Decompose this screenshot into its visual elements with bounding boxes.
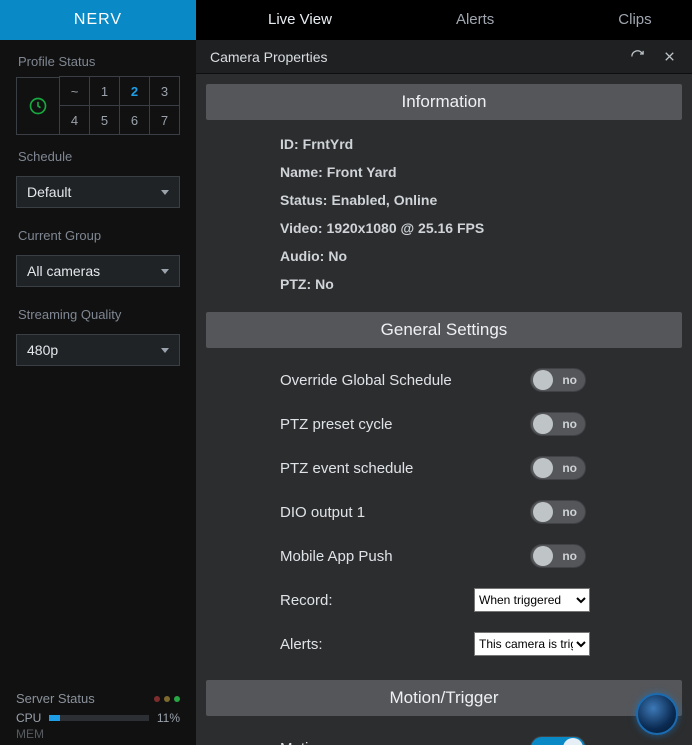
profile-cell-7[interactable]: 7 <box>149 105 180 135</box>
alerts-select[interactable]: This camera is triggered <box>474 632 590 656</box>
toggle-label-no: no <box>562 417 577 431</box>
section-general-settings: General Settings <box>206 312 682 348</box>
info-name-key: Name: <box>280 164 323 180</box>
chevron-down-icon <box>161 348 169 353</box>
schedule-value: Default <box>27 184 71 200</box>
server-status-panel: Server Status CPU 11% MEM <box>0 683 196 745</box>
profile-status-label: Profile Status <box>0 40 196 77</box>
ptz-event-label: PTZ event schedule <box>280 460 530 477</box>
tab-alerts[interactable]: Alerts <box>394 0 556 40</box>
clock-icon[interactable] <box>16 77 60 135</box>
profile-cell-4[interactable]: 4 <box>59 105 90 135</box>
streaming-quality-label: Streaming Quality <box>0 293 196 330</box>
schedule-select[interactable]: Default <box>16 176 180 208</box>
camera-properties-panel: Camera Properties Information ID:FrntYrd… <box>196 40 692 745</box>
mobile-push-label: Mobile App Push <box>280 548 530 565</box>
cpu-label: CPU <box>16 711 41 725</box>
toggle-label-no: no <box>562 461 577 475</box>
profile-cell-~[interactable]: ~ <box>59 76 90 106</box>
motion-sensor-label: Motion sensor <box>280 740 530 745</box>
dio-output-toggle[interactable]: no <box>530 500 586 524</box>
motion-sensor-toggle[interactable]: yes <box>530 736 586 745</box>
info-status-key: Status: <box>280 192 327 208</box>
record-select[interactable]: When triggered <box>474 588 590 612</box>
status-dot-green <box>174 696 180 702</box>
chevron-down-icon <box>161 269 169 274</box>
info-video-key: Video: <box>280 220 323 236</box>
info-audio-key: Audio: <box>280 248 324 264</box>
profile-cell-5[interactable]: 5 <box>89 105 120 135</box>
refresh-icon[interactable] <box>628 48 646 66</box>
schedule-label: Schedule <box>0 135 196 172</box>
current-group-label: Current Group <box>0 214 196 251</box>
ptz-cycle-toggle[interactable]: no <box>530 412 586 436</box>
ptz-event-toggle[interactable]: no <box>530 456 586 480</box>
quality-value: 480p <box>27 342 58 358</box>
mem-label: MEM <box>16 727 44 741</box>
cpu-value: 11% <box>157 711 180 725</box>
chevron-down-icon <box>161 190 169 195</box>
cpu-bar <box>49 715 149 721</box>
toggle-label-no: no <box>562 549 577 563</box>
info-id-key: ID: <box>280 136 299 152</box>
toggle-label-yes: yes <box>539 741 559 745</box>
profile-cell-6[interactable]: 6 <box>119 105 150 135</box>
alerts-label: Alerts: <box>280 636 474 653</box>
status-dot-yellow <box>164 696 170 702</box>
section-motion-trigger: Motion/Trigger <box>206 680 682 716</box>
panel-header: Camera Properties <box>196 40 692 74</box>
server-status-title: Server Status <box>16 691 95 706</box>
override-schedule-toggle[interactable]: no <box>530 368 586 392</box>
info-name-value: Front Yard <box>327 164 397 180</box>
info-status-value: Enabled, Online <box>331 192 437 208</box>
info-video-value: 1920x1080 @ 25.16 FPS <box>327 220 485 236</box>
profile-status-grid: ~123 4567 <box>16 77 180 135</box>
quality-select[interactable]: 480p <box>16 334 180 366</box>
panel-title: Camera Properties <box>210 49 328 65</box>
section-information: Information <box>206 84 682 120</box>
record-label: Record: <box>280 592 474 609</box>
mobile-push-toggle[interactable]: no <box>530 544 586 568</box>
record-indicator-button[interactable] <box>636 693 678 735</box>
close-icon[interactable] <box>660 48 678 66</box>
profile-cell-3[interactable]: 3 <box>149 76 180 106</box>
toggle-label-no: no <box>562 373 577 387</box>
group-value: All cameras <box>27 263 100 279</box>
top-tabs: Live View Alerts Clips <box>196 0 692 40</box>
override-schedule-label: Override Global Schedule <box>280 372 530 389</box>
info-ptz-value: No <box>315 276 334 292</box>
info-ptz-key: PTZ: <box>280 276 311 292</box>
tab-live-view[interactable]: Live View <box>196 0 394 40</box>
dio-output-label: DIO output 1 <box>280 504 530 521</box>
info-audio-value: No <box>328 248 347 264</box>
profile-cell-2[interactable]: 2 <box>119 76 150 106</box>
brand-header: NERV <box>0 0 196 40</box>
info-id-value: FrntYrd <box>303 136 354 152</box>
group-select[interactable]: All cameras <box>16 255 180 287</box>
ptz-cycle-label: PTZ preset cycle <box>280 416 530 433</box>
sidebar: NERV Profile Status ~123 4567 Schedule De… <box>0 0 196 745</box>
toggle-label-no: no <box>562 505 577 519</box>
status-dot-red <box>154 696 160 702</box>
tab-clips[interactable]: Clips <box>556 0 651 40</box>
profile-cell-1[interactable]: 1 <box>89 76 120 106</box>
